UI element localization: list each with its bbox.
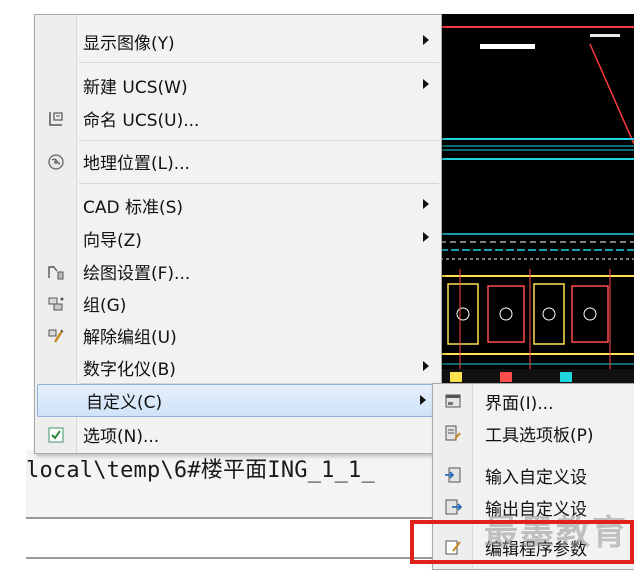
menu-item-label: 命名 UCS(U)... <box>83 111 200 131</box>
submenu-arrow-icon <box>420 395 426 405</box>
menu-item-label: 新建 UCS(W) <box>83 78 188 98</box>
ungroup-icon <box>35 319 77 352</box>
menu-item-label: 地理位置(L)... <box>83 154 190 174</box>
autocad-window: local\temp\6#楼平面ING_1_1_ 显示图像(Y) 新建 UCS(… <box>0 0 634 570</box>
submenu-item-label: 工具选项板(P) <box>485 425 594 446</box>
menu-separator <box>79 62 439 63</box>
menu-separator <box>79 183 439 184</box>
submenu-arrow-icon <box>423 79 429 89</box>
submenu-item-import-customizations[interactable]: 输入自定义设 <box>433 458 634 492</box>
import-customizations-icon <box>433 458 473 492</box>
submenu-item-interface[interactable]: 界面(I)... <box>433 384 634 418</box>
group-icon <box>35 287 77 320</box>
submenu-arrow-icon <box>423 199 429 209</box>
export-customizations-icon <box>433 490 473 524</box>
menu-separator <box>79 140 439 141</box>
menu-item-wizards[interactable]: 向导(Z) <box>35 222 441 255</box>
menu-item-label: CAD 标准(S) <box>83 198 184 218</box>
tools-menu: 显示图像(Y) 新建 UCS(W) 命名 UCS(U)... 地理位置(L)..… <box>34 14 442 454</box>
command-history-text: local\temp\6#楼平面ING_1_1_ <box>26 458 375 483</box>
menu-item-label: 解除编组(U) <box>83 328 177 348</box>
menu-item-digitizer[interactable]: 数字化仪(B) <box>35 351 441 384</box>
submenu-arrow-icon <box>423 361 429 371</box>
drafting-settings-icon <box>35 255 77 288</box>
menu-item-new-ucs[interactable]: 新建 UCS(W) <box>35 69 441 102</box>
interface-icon <box>433 384 473 418</box>
menu-item-label: 数字化仪(B) <box>83 360 176 380</box>
menu-item-customize[interactable]: 自定义(C) <box>37 384 439 417</box>
submenu-item-label: 输入自定义设 <box>485 467 587 488</box>
annotation-highlight-box <box>410 520 634 564</box>
menu-item-named-ucs[interactable]: 命名 UCS(U)... <box>35 102 441 135</box>
menu-item-ungroup[interactable]: 解除编组(U) <box>35 319 441 352</box>
menu-item-options[interactable]: 选项(N)... <box>35 418 441 451</box>
menu-item-label: 组(G) <box>83 296 127 316</box>
options-checkbox-icon <box>35 418 77 451</box>
submenu-arrow-icon <box>423 35 429 45</box>
cad-drawing <box>440 26 634 384</box>
menu-item-label: 显示图像(Y) <box>83 34 175 54</box>
ucs-named-icon <box>35 102 77 135</box>
menu-item-cad-standards[interactable]: CAD 标准(S) <box>35 189 441 222</box>
menu-item-display-image[interactable]: 显示图像(Y) <box>35 25 441 58</box>
geographic-location-icon <box>35 145 77 178</box>
submenu-arrow-icon <box>423 232 429 242</box>
menu-item-drafting-settings[interactable]: 绘图设置(F)... <box>35 255 441 288</box>
submenu-item-label: 界面(I)... <box>485 393 554 414</box>
menu-item-label: 选项(N)... <box>83 427 160 447</box>
submenu-item-tool-palettes[interactable]: 工具选项板(P) <box>433 416 634 450</box>
menu-item-label: 绘图设置(F)... <box>83 264 191 284</box>
tool-palettes-icon <box>433 416 473 450</box>
menu-item-geographic-location[interactable]: 地理位置(L)... <box>35 145 441 178</box>
left-margin <box>0 0 26 570</box>
menu-item-group[interactable]: 组(G) <box>35 287 441 320</box>
menu-item-label: 向导(Z) <box>83 231 142 251</box>
drawing-canvas[interactable] <box>440 14 634 384</box>
menu-item-label: 自定义(C) <box>86 393 163 413</box>
